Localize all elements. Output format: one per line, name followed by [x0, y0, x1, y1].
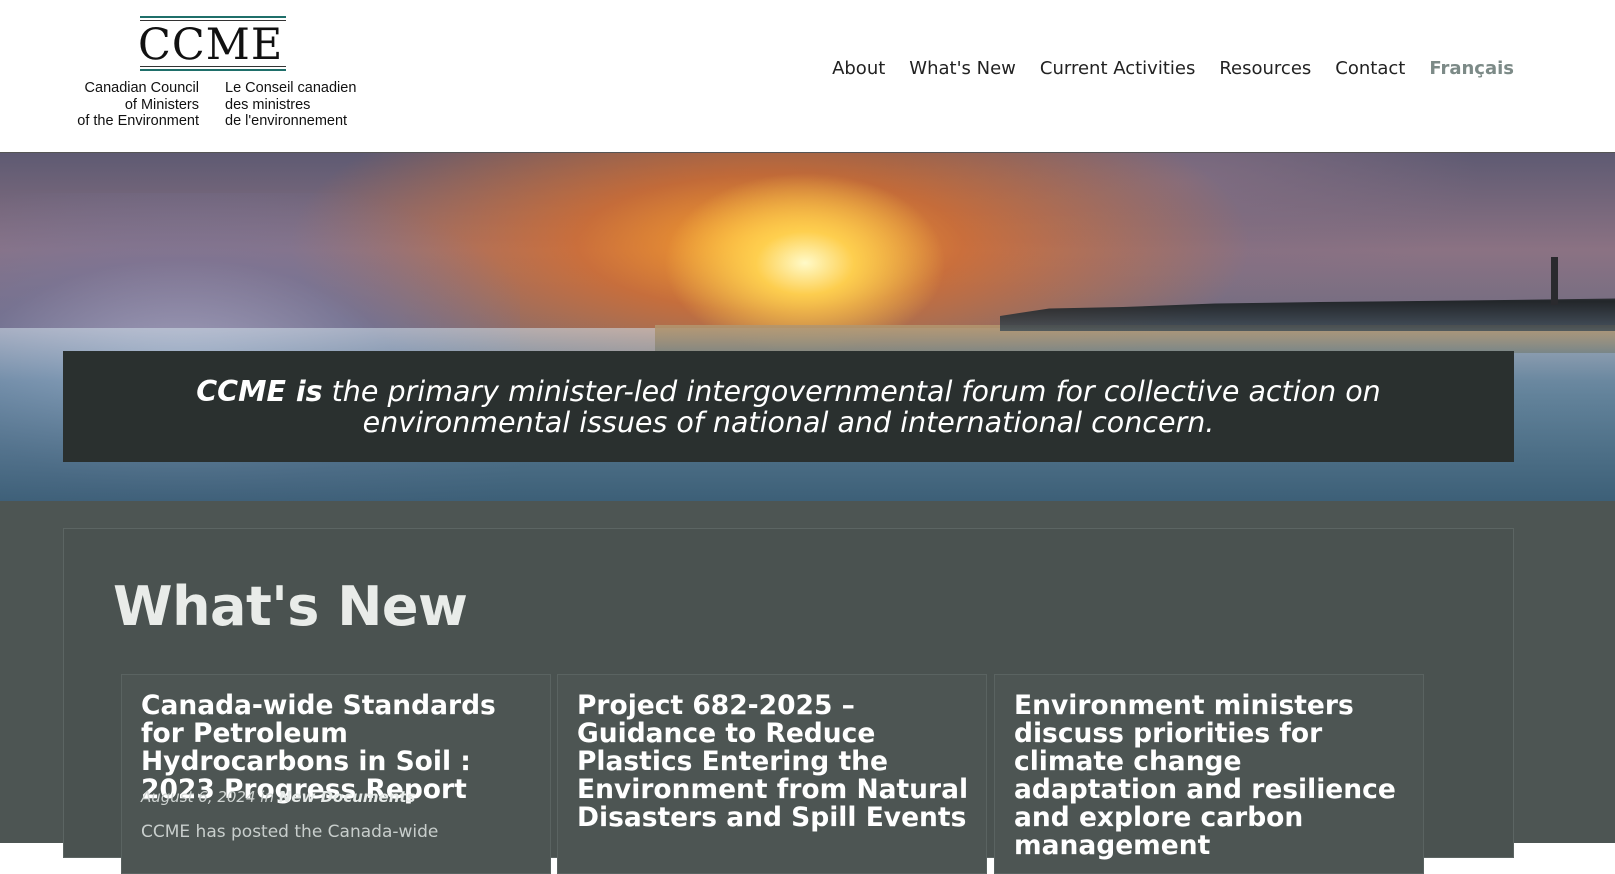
nav-item-contact[interactable]: Contact	[1335, 58, 1405, 79]
mission-lead: CCME is	[196, 374, 323, 408]
logo-english-name: Canadian Council of Ministers of the Env…	[62, 80, 199, 130]
language-toggle-link[interactable]: Français	[1429, 58, 1514, 79]
news-card-title[interactable]: Environment ministers discuss priorities…	[1014, 692, 1409, 860]
main-nav: About What's New Current Activities Reso…	[832, 58, 1514, 79]
logo-french-name: Le Conseil canadien des ministres de l'e…	[225, 80, 375, 130]
whats-new-heading: What's New	[113, 575, 468, 638]
mission-text: the primary minister-led intergovernment…	[322, 374, 1381, 439]
logo-english-line: of the Environment	[77, 113, 199, 129]
mission-statement-box: CCME is the primary minister-led intergo…	[63, 351, 1514, 462]
news-card[interactable]: Project 682-2025 – Guidance to Reduce Pl…	[557, 674, 987, 874]
logo-french-line: de l'environnement	[225, 113, 348, 129]
news-card-date: August 6, 2024	[141, 788, 256, 806]
logo-french-line: Le Conseil canadien	[225, 80, 357, 96]
logo-english-line: of Ministers	[124, 96, 199, 113]
news-card-excerpt: CCME has posted the Canada-wide	[141, 822, 439, 842]
hero-tower	[1551, 257, 1558, 305]
logo-bottom-thin-rule	[140, 66, 286, 67]
site-header: CCME Canadian Council of Ministers of th…	[0, 0, 1615, 153]
nav-item-about[interactable]: About	[832, 58, 885, 79]
nav-item-resources[interactable]: Resources	[1219, 58, 1311, 79]
hero-treeline	[1000, 298, 1615, 331]
nav-item-whats-new[interactable]: What's New	[909, 58, 1016, 79]
logo-french-line: des ministres	[225, 96, 311, 113]
news-card-title[interactable]: Project 682-2025 – Guidance to Reduce Pl…	[577, 692, 972, 832]
news-card[interactable]: Environment ministers discuss priorities…	[994, 674, 1424, 874]
logo-top-rule	[140, 16, 286, 18]
whats-new-panel: What's New Canada-wide Standards for Pet…	[63, 528, 1514, 874]
news-card[interactable]: Canada-wide Standards for Petroleum Hydr…	[121, 674, 551, 874]
logo-bottom-rule	[140, 69, 286, 71]
mission-statement: CCME is the primary minister-led intergo…	[189, 376, 1389, 438]
logo-english-line: Canadian Council	[84, 80, 199, 96]
logo-wordmark: CCME	[138, 20, 284, 70]
nav-item-current-activities[interactable]: Current Activities	[1040, 58, 1195, 79]
news-card-category-link[interactable]: New Documents	[279, 788, 416, 806]
news-card-in: in	[260, 788, 274, 806]
ccme-logo[interactable]: CCME Canadian Council of Ministers of th…	[62, 14, 372, 134]
news-card-meta: August 6, 2024 in New Documents	[141, 788, 415, 806]
content-area: What's New Canada-wide Standards for Pet…	[0, 501, 1615, 874]
hero-banner-image: CCME is the primary minister-led intergo…	[0, 153, 1615, 501]
